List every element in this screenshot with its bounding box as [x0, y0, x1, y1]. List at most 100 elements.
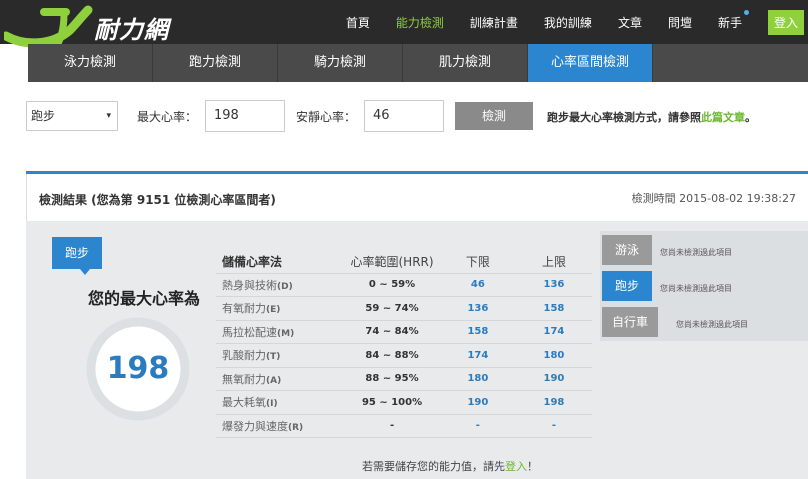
tab-strength-test[interactable]: 肌力檢測	[403, 44, 528, 82]
max-hr-value: 198	[106, 351, 170, 386]
top-navbar: 耐力網 首頁 能力檢測 訓練計畫 我的訓練 文章 問壇 新手 登入	[0, 0, 808, 54]
table-row: 乳酸耐力(T) 84 ~ 88% 174 180	[216, 343, 592, 368]
test-hint: 跑步最大心率檢測方式，請參照此篇文章。	[547, 109, 756, 125]
table-row: 馬拉松配速(M) 74 ~ 84% 158 174	[216, 320, 592, 344]
nav-ability-test[interactable]: 能力檢測	[396, 14, 444, 31]
side-bike-button[interactable]: 自行車	[602, 307, 658, 337]
zone-range: 74 ~ 84%	[344, 320, 440, 344]
zone-code: (M)	[277, 328, 295, 339]
save-note: 若需要儲存您的能力值，請先登入！	[362, 458, 538, 474]
zone-low: 158	[439, 320, 516, 344]
zone-range: 59 ~ 74%	[344, 296, 440, 321]
test-tabs: 泳力檢測 跑力檢測 騎力檢測 肌力檢測 心率區間檢測	[28, 44, 808, 82]
zone-high: -	[515, 414, 592, 438]
zone-high: 198	[515, 390, 592, 415]
zone-high: 174	[515, 320, 592, 344]
zone-range: 0 ~ 59%	[344, 273, 440, 297]
zone-high: 136	[515, 273, 592, 297]
rest-hr-label: 安靜心率：	[296, 110, 357, 124]
save-login-link[interactable]: 登入	[505, 460, 527, 473]
zone-label: 馬拉松配速	[222, 325, 277, 339]
zone-high: 190	[515, 367, 592, 391]
zone-low: 190	[439, 390, 516, 415]
test-form: 跑步 ▾ 最大心率： 198 安靜心率： 46 檢測 跑步最大心率檢測方式，請參…	[26, 100, 808, 132]
tab-run-test[interactable]: 跑力檢測	[153, 44, 278, 82]
col-range: 心率範圍(HRR)	[344, 251, 440, 274]
zone-name: 無氧耐力(A)	[216, 367, 345, 391]
max-hr-input[interactable]: 198	[205, 100, 285, 132]
zone-label: 無氧耐力	[222, 372, 266, 386]
test-button[interactable]: 檢測	[455, 102, 533, 130]
nav-newbie-label: 新手	[717, 15, 742, 30]
sport-select-value: 跑步	[31, 109, 56, 123]
zone-low: 180	[439, 367, 516, 391]
hr-zone-table: 儲備心率法 心率範圍(HRR) 下限 上限 熱身與技術(D) 0 ~ 59% 4…	[216, 251, 592, 438]
rest-hr-input[interactable]: 46	[364, 100, 444, 132]
zone-range: -	[344, 414, 440, 438]
max-hr-title: 您的最大心率為	[88, 289, 201, 308]
article-link[interactable]: 此篇文章	[701, 111, 745, 124]
zone-range: 88 ~ 95%	[344, 367, 440, 391]
table-row: 有氧耐力(E) 59 ~ 74% 136 158	[216, 296, 592, 321]
nav-forum[interactable]: 問壇	[668, 14, 692, 31]
sport-badge: 跑步	[52, 237, 102, 275]
tab-heart-rate-zone-test[interactable]: 心率區間檢測	[528, 44, 653, 82]
notification-dot-icon	[743, 9, 749, 15]
zone-high: 158	[515, 296, 592, 321]
table-row: 爆發力與速度(R) - - -	[216, 414, 592, 438]
top-nav: 首頁 能力檢測 訓練計畫 我的訓練 文章 問壇 新手 登入	[346, 0, 808, 44]
col-method: 儲備心率法	[216, 251, 345, 274]
logo-text: 耐力網	[94, 16, 169, 44]
tab-swim-test[interactable]: 泳力檢測	[28, 44, 153, 82]
side-swim-button[interactable]: 游泳	[602, 235, 652, 265]
max-hr-label: 最大心率：	[137, 110, 198, 124]
zone-range: 95 ~ 100%	[344, 390, 440, 415]
sport-select[interactable]: 跑步 ▾	[26, 101, 118, 131]
nav-articles[interactable]: 文章	[618, 14, 642, 31]
zone-label: 爆發力與速度	[222, 419, 288, 433]
table-row: 熱身與技術(D) 0 ~ 59% 46 136	[216, 273, 592, 297]
table-header-row: 儲備心率法 心率範圍(HRR) 下限 上限	[216, 251, 592, 274]
zone-low: 136	[439, 296, 516, 321]
zone-code: (E)	[266, 305, 281, 316]
zone-name: 熱身與技術(D)	[216, 273, 345, 297]
side-run-button[interactable]: 跑步	[602, 271, 652, 301]
result-time: 檢測時間 2015-08-02 19:38:27	[631, 192, 796, 205]
zone-label: 熱身與技術	[222, 278, 277, 292]
zone-name: 乳酸耐力(T)	[216, 343, 345, 368]
nav-home[interactable]: 首頁	[346, 14, 370, 31]
tab-ride-test[interactable]: 騎力檢測	[278, 44, 403, 82]
zone-code: (D)	[277, 281, 293, 292]
login-button[interactable]: 登入	[767, 9, 804, 35]
result-header: 檢測結果 (您為第 9151 位檢測心率區間者) 檢測時間 2015-08-02…	[26, 174, 808, 221]
col-low: 下限	[439, 251, 516, 274]
zone-label: 有氧耐力	[222, 302, 266, 316]
zone-high: 180	[515, 343, 592, 368]
zone-code: (T)	[266, 352, 281, 363]
select-caret-icon: ▾	[106, 111, 111, 121]
zone-code: (R)	[288, 422, 304, 433]
zone-range: 84 ~ 88%	[344, 343, 440, 368]
zone-low: 174	[439, 343, 516, 368]
zone-name: 有氧耐力(E)	[216, 296, 345, 321]
save-note-text: 若需要儲存您的能力值，請先	[362, 460, 505, 473]
zone-label: 乳酸耐力	[222, 349, 266, 363]
save-note-suffix: ！	[527, 460, 538, 473]
side-run-note: 您尚未檢測過此項目	[660, 284, 732, 293]
col-high: 上限	[515, 251, 592, 274]
nav-training-plan[interactable]: 訓練計畫	[470, 14, 518, 31]
result-title: 檢測結果 (您為第 9151 位檢測心率區間者)	[39, 193, 276, 207]
other-sports-panel: 游泳 您尚未檢測過此項目 跑步 您尚未檢測過此項目 自行車 您尚未檢測過此項目	[600, 231, 808, 341]
table-row: 無氧耐力(A) 88 ~ 95% 180 190	[216, 367, 592, 391]
side-swim-note: 您尚未檢測過此項目	[660, 248, 732, 257]
hint-suffix: 。	[745, 111, 756, 124]
nav-my-training[interactable]: 我的訓練	[544, 14, 592, 31]
zone-code: (A)	[266, 375, 282, 386]
nav-newbie[interactable]: 新手	[717, 9, 749, 31]
zone-name: 爆發力與速度(R)	[216, 414, 345, 438]
zone-name: 馬拉松配速(M)	[216, 320, 345, 344]
side-bike-note: 您尚未檢測過此項目	[676, 320, 748, 329]
zone-label: 最大耗氧	[222, 396, 266, 410]
table-row: 最大耗氧(I) 95 ~ 100% 190 198	[216, 390, 592, 415]
zone-low: 46	[439, 273, 516, 297]
